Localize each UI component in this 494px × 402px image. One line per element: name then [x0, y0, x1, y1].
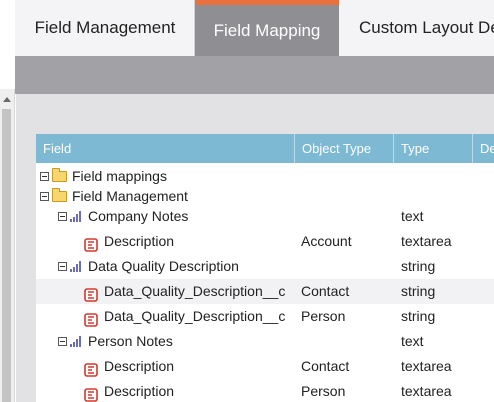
type-cell: string: [401, 258, 436, 274]
column-header-description[interactable]: De: [473, 134, 494, 163]
field-name: Company Notes: [88, 208, 189, 224]
type-cell: text: [401, 208, 424, 224]
field-cell: Description: [40, 354, 290, 379]
folder-icon: [52, 168, 67, 182]
field-cell: Person Notes: [40, 329, 290, 354]
type-cell: textarea: [401, 358, 452, 374]
vertical-scrollbar[interactable]: [0, 89, 15, 402]
field-name: Description: [104, 233, 175, 249]
object-type-cell: Person: [301, 383, 346, 399]
field-name: Person Notes: [88, 333, 173, 349]
type-cell: textarea: [401, 233, 452, 249]
field-mapping-grid: Field Object Type Type De Field mappings…: [36, 134, 494, 402]
left-edge: [0, 0, 15, 89]
field-cell: Description: [40, 229, 290, 254]
bar-chart-icon: [70, 261, 82, 272]
field-mapping-icon: [84, 360, 98, 377]
toolbar: [15, 56, 494, 94]
bar-chart-icon: [70, 336, 82, 347]
field-name: Description: [104, 383, 175, 399]
field-name: Data_Quality_Description__c: [104, 283, 286, 299]
object-type-cell: Contact: [301, 358, 350, 374]
table-row[interactable]: Description Account textarea: [36, 229, 494, 254]
type-cell: string: [401, 283, 436, 299]
collapse-toggle-icon[interactable]: [40, 172, 49, 181]
field-mapping-icon: [84, 235, 98, 252]
field-name: Description: [104, 358, 175, 374]
field-mapping-icon: [84, 285, 98, 302]
table-row[interactable]: Description Person textarea: [36, 379, 494, 402]
bar-chart-icon: [70, 211, 82, 222]
table-row[interactable]: Person Notes text: [36, 329, 494, 354]
table-row[interactable]: Data_Quality_Description__c Person string: [36, 304, 494, 329]
object-type-cell: Contact: [301, 283, 350, 299]
field-cell: Data Quality Description: [40, 254, 290, 279]
field-cell: Description: [40, 379, 290, 402]
table-row[interactable]: Data Quality Description string: [36, 254, 494, 279]
field-mapping-icon: [84, 385, 98, 402]
field-cell: Data_Quality_Description__c: [40, 304, 290, 329]
tab-field-mapping[interactable]: Field Mapping: [195, 0, 339, 56]
collapse-toggle-icon[interactable]: [58, 262, 67, 271]
object-type-cell: [301, 329, 391, 354]
field-name: Data_Quality_Description__c: [104, 308, 286, 324]
collapse-toggle-icon[interactable]: [40, 192, 49, 201]
type-cell: string: [401, 308, 436, 324]
tab-custom-layout[interactable]: Custom Layout De: [339, 0, 494, 56]
field-cell: Company Notes: [40, 204, 290, 229]
collapse-toggle-icon[interactable]: [58, 212, 67, 221]
field-name: Data Quality Description: [88, 258, 239, 274]
field-cell: Data_Quality_Description__c: [40, 279, 290, 304]
column-header-object-type[interactable]: Object Type: [295, 134, 393, 163]
table-row[interactable]: Description Contact textarea: [36, 354, 494, 379]
type-cell: textarea: [401, 383, 452, 399]
scrollbar-thumb[interactable]: [2, 109, 11, 402]
object-type-cell: [301, 204, 391, 229]
object-type-cell: [301, 254, 391, 279]
scroll-up-arrow-icon[interactable]: [3, 97, 11, 102]
type-cell: text: [401, 333, 424, 349]
object-type-cell: Person: [301, 308, 346, 324]
collapse-toggle-icon[interactable]: [58, 337, 67, 346]
tab-field-management[interactable]: Field Management: [15, 0, 195, 56]
table-row[interactable]: Data_Quality_Description__c Contact string: [36, 279, 494, 304]
field-mapping-icon: [84, 310, 98, 327]
object-type-cell: Account: [301, 233, 352, 249]
grid-header: Field Object Type Type De: [36, 134, 494, 163]
folder-icon: [52, 188, 67, 202]
column-header-type[interactable]: Type: [394, 134, 472, 163]
table-row[interactable]: Company Notes text: [36, 204, 494, 229]
column-header-field[interactable]: Field: [36, 134, 294, 163]
